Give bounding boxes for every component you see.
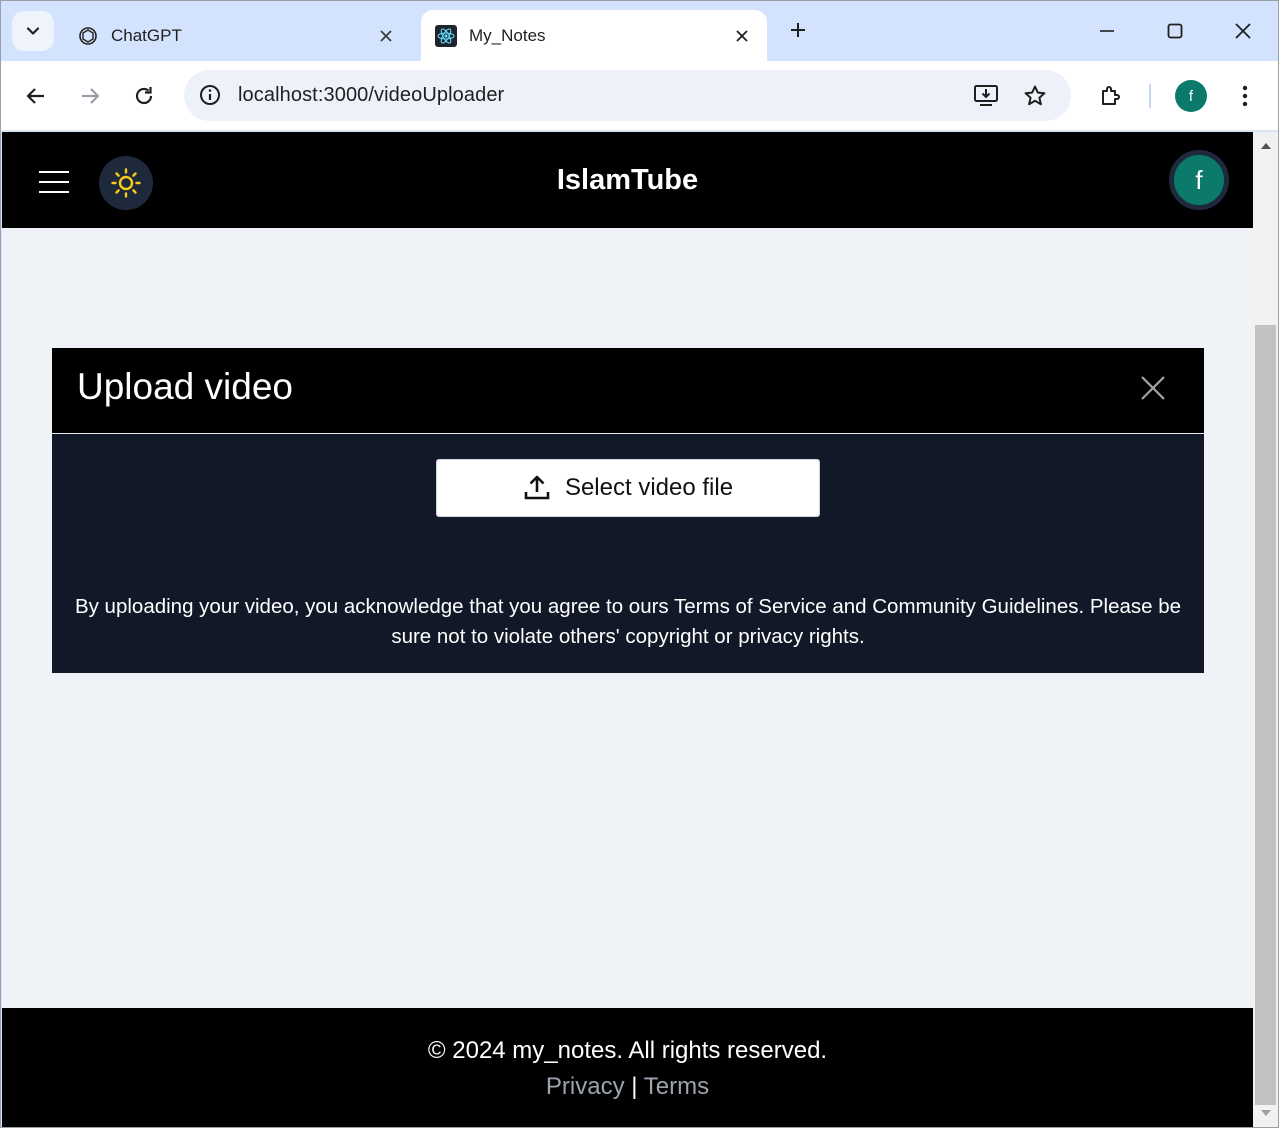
tab-search-button[interactable]: [12, 11, 54, 51]
browser-window: ChatGPT My_Notes localhost:3000/videoUpl…: [0, 0, 1279, 1128]
modal-header: Upload video: [52, 348, 1204, 434]
install-app-icon[interactable]: [971, 81, 1001, 111]
maximize-button[interactable]: [1152, 15, 1198, 47]
user-avatar[interactable]: f: [1169, 150, 1229, 210]
scroll-up-arrow-icon[interactable]: [1253, 134, 1278, 158]
close-icon[interactable]: [731, 25, 753, 47]
tab-title: My_Notes: [469, 25, 546, 45]
tab-my-notes[interactable]: My_Notes: [421, 10, 767, 61]
close-icon: [1235, 23, 1251, 39]
footer-separator: |: [631, 1073, 638, 1100]
upload-video-modal: Upload video Select video file By upload…: [52, 348, 1204, 673]
browser-profile-avatar[interactable]: f: [1175, 80, 1207, 112]
toolbar-divider: [1149, 84, 1151, 108]
tab-title: ChatGPT: [111, 25, 182, 45]
bookmark-star-icon[interactable]: [1020, 81, 1050, 111]
modal-title: Upload video: [77, 366, 293, 407]
back-button[interactable]: [17, 77, 55, 115]
reload-icon: [135, 87, 153, 105]
more-vertical-icon: [1242, 85, 1248, 107]
close-icon[interactable]: [1137, 372, 1169, 404]
close-window-button[interactable]: [1220, 15, 1266, 47]
page-scrollbar[interactable]: [1253, 132, 1278, 1127]
react-icon: [435, 24, 457, 47]
select-video-file-label: Select video file: [564, 474, 734, 501]
plus-icon: [791, 23, 805, 37]
minimize-icon: [1100, 30, 1114, 32]
tab-strip: ChatGPT My_Notes: [1, 1, 1278, 61]
scrollbar-thumb[interactable]: [1255, 325, 1276, 1105]
select-video-file-button[interactable]: Select video file: [436, 459, 820, 517]
page-footer: © 2024 my_notes. All rights reserved. Pr…: [2, 1008, 1253, 1127]
maximize-icon: [1167, 23, 1183, 39]
browser-menu-button[interactable]: [1226, 77, 1264, 115]
scroll-down-arrow-icon[interactable]: [1253, 1101, 1278, 1125]
upload-icon: [524, 475, 550, 500]
new-tab-button[interactable]: [783, 15, 813, 45]
app-brand[interactable]: IslamTube: [2, 164, 1253, 197]
arrow-left-icon: [26, 88, 44, 104]
puzzle-icon: [1102, 86, 1120, 105]
app-header: IslamTube f: [2, 132, 1253, 228]
extensions-button[interactable]: [1092, 77, 1130, 115]
upload-disclaimer: By uploading your video, you acknowledge…: [74, 595, 1182, 648]
tab-chatgpt[interactable]: ChatGPT: [63, 10, 411, 61]
reload-button[interactable]: [125, 77, 163, 115]
close-icon[interactable]: [375, 25, 397, 47]
forward-button[interactable]: [71, 77, 109, 115]
privacy-link[interactable]: Privacy: [546, 1073, 625, 1100]
footer-links: Privacy | Terms: [2, 1073, 1253, 1101]
terms-link[interactable]: Terms: [644, 1073, 709, 1100]
arrow-right-icon: [82, 88, 100, 104]
copyright-text: © 2024 my_notes. All rights reserved.: [427, 1037, 828, 1064]
chevron-down-icon: [26, 27, 40, 35]
page-viewport: IslamTube f Upload video Select video fi…: [2, 132, 1253, 1127]
site-info-icon[interactable]: [194, 79, 226, 111]
address-bar[interactable]: localhost:3000/videoUploader: [184, 70, 1071, 121]
chatgpt-icon: [77, 25, 99, 47]
minimize-button[interactable]: [1084, 15, 1130, 47]
browser-toolbar: localhost:3000/videoUploader f: [1, 61, 1278, 131]
url-text[interactable]: localhost:3000/videoUploader: [238, 84, 504, 107]
